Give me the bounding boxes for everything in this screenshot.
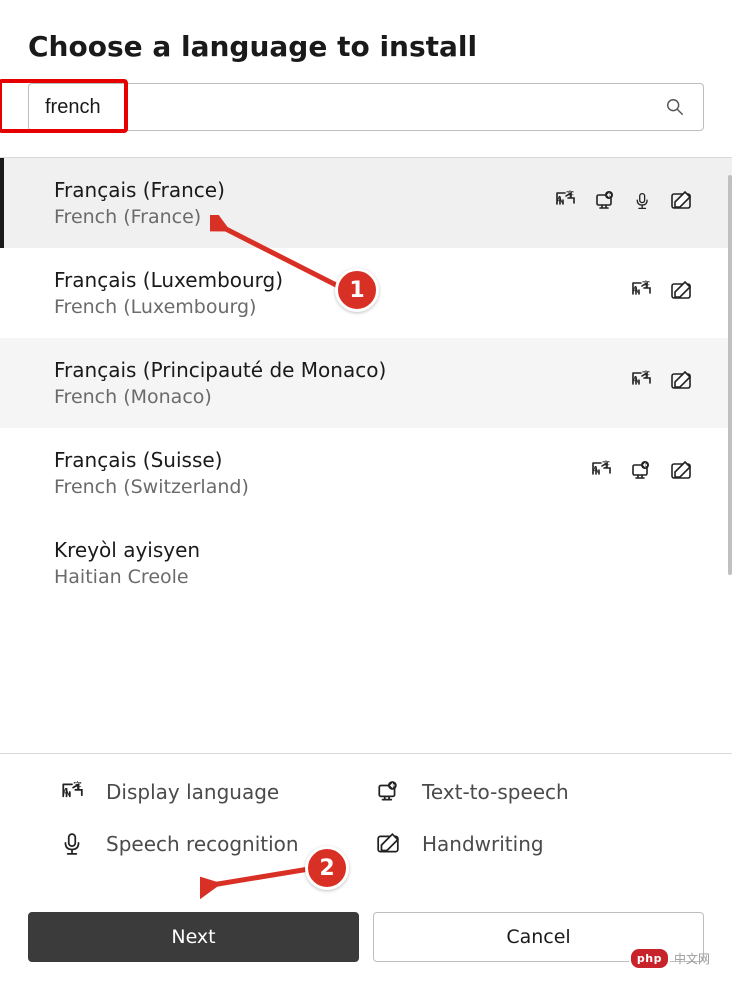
handwriting-icon [670,190,692,216]
language-english-name: French (Monaco) [54,386,386,408]
legend-label: Handwriting [422,832,544,856]
legend-handwriting: Handwriting [376,832,672,856]
dialog-buttons: Next Cancel [0,912,732,992]
language-feature-icons [630,280,692,306]
language-english-name: French (Switzerland) [54,476,249,498]
annotation-badge-1: 1 [335,268,379,312]
dialog-container: Choose a language to install Français (F… [0,0,732,992]
language-item-text: Français (Suisse) French (Switzerland) [54,448,249,498]
annotation-badge-2: 2 [305,846,349,890]
handwriting-icon [670,280,692,306]
language-native-name: Français (France) [54,178,225,202]
language-item-text: Kreyòl ayisyen Haitian Creole [54,538,200,588]
handwriting-icon [670,460,692,486]
speech-recognition-icon [60,832,84,856]
language-native-name: Français (Luxembourg) [54,268,283,292]
language-native-name: Français (Principauté de Monaco) [54,358,386,382]
language-item[interactable]: Français (Suisse) French (Switzerland) [0,428,732,518]
watermark-pill: php [629,947,670,970]
next-button[interactable]: Next [28,912,359,962]
language-native-name: Français (Suisse) [54,448,249,472]
legend-label: Speech recognition [106,832,299,856]
display-language-icon [630,280,652,306]
language-feature-icons [590,460,692,486]
legend-text-to-speech: Text-to-speech [376,780,672,804]
language-english-name: Haitian Creole [54,566,200,588]
display-language-icon [590,460,612,486]
watermark-logo: php 中文网 [629,947,710,970]
language-native-name: Kreyòl ayisyen [54,538,200,562]
language-item[interactable]: Français (Principauté de Monaco) French (… [0,338,732,428]
feature-legend: Display language Text-to-speech Speech r… [0,753,732,882]
language-feature-icons [554,190,692,216]
text-to-speech-icon [594,190,616,216]
display-language-icon [554,190,576,216]
search-input[interactable] [29,84,665,130]
language-feature-icons [630,370,692,396]
legend-label: Text-to-speech [422,780,569,804]
language-english-name: French (France) [54,206,225,228]
scrollbar-thumb[interactable] [728,175,732,575]
handwriting-icon [376,832,400,856]
language-item-text: Français (Principauté de Monaco) French (… [54,358,386,408]
search-box[interactable] [28,83,704,131]
language-item[interactable]: Français (France) French (France) [0,158,732,248]
speech-recognition-icon [634,190,652,216]
search-icon [665,97,703,117]
search-wrapper [0,83,732,157]
watermark-text: 中文网 [674,950,710,967]
handwriting-icon [670,370,692,396]
text-to-speech-icon [376,780,400,804]
text-to-speech-icon [630,460,652,486]
display-language-icon [60,780,84,804]
legend-display-language: Display language [60,780,356,804]
language-item-text: Français (Luxembourg) French (Luxembourg) [54,268,283,318]
language-item[interactable]: Kreyòl ayisyen Haitian Creole [0,518,732,608]
language-item-text: Français (France) French (France) [54,178,225,228]
page-title: Choose a language to install [28,30,704,63]
display-language-icon [630,370,652,396]
language-list[interactable]: Français (France)French (France)Français… [0,158,732,753]
legend-label: Display language [106,780,279,804]
dialog-header: Choose a language to install [0,0,732,83]
language-english-name: French (Luxembourg) [54,296,283,318]
